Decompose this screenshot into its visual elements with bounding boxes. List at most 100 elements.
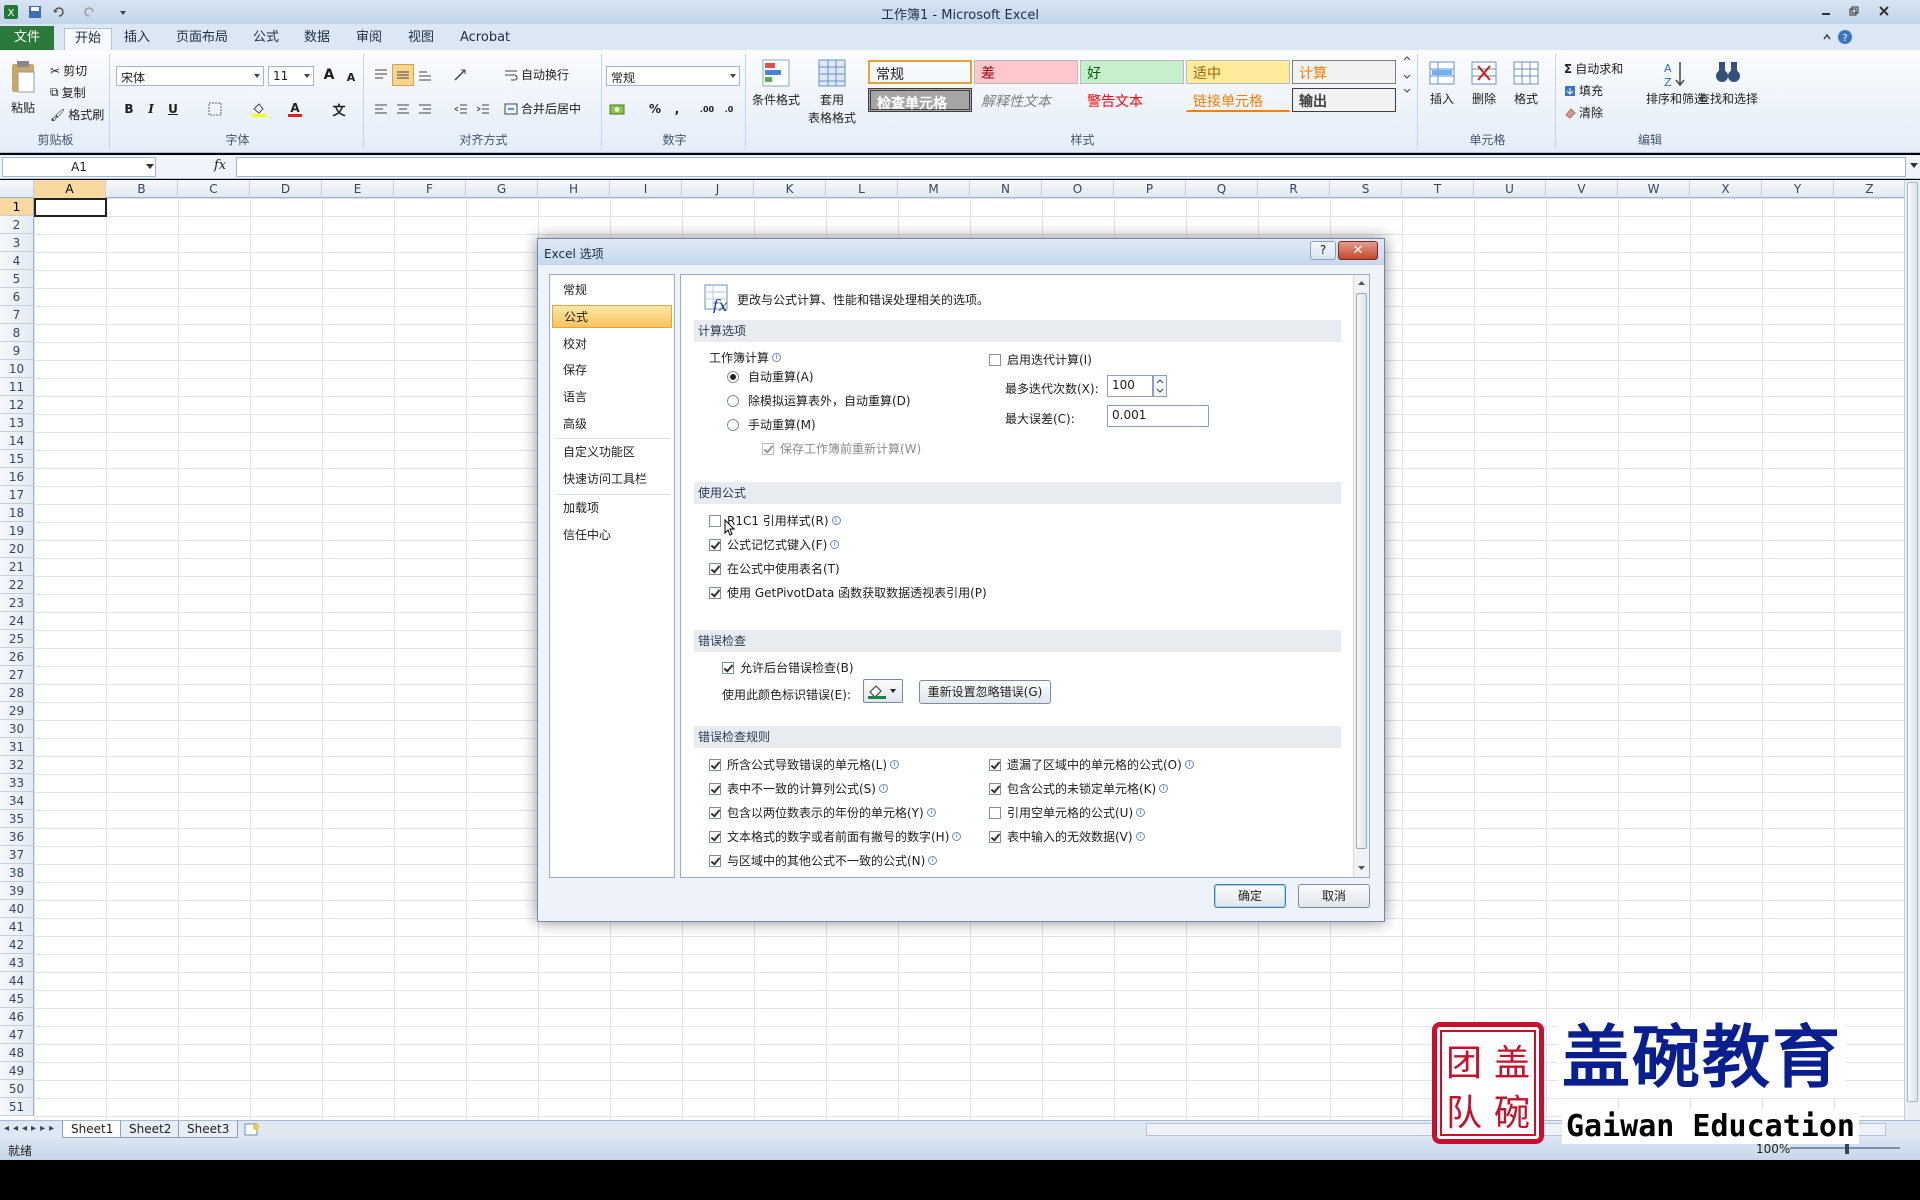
checkbox-getpivotdata[interactable]: 使用 GetPivotData 函数获取数据透视表引用(P) (709, 584, 987, 601)
insert-sheet-icon[interactable] (244, 1123, 260, 1136)
align-bottom-icon[interactable] (414, 64, 436, 86)
scroll-up-icon[interactable] (1357, 280, 1366, 286)
insert-function-icon[interactable]: fx (214, 158, 226, 173)
dialog-help-button[interactable]: ? (1310, 241, 1336, 260)
column-header[interactable]: K (754, 180, 826, 198)
vertical-scrollbar[interactable] (1904, 180, 1920, 1120)
fill-button[interactable]: 填充 (1564, 82, 1603, 99)
row-header[interactable]: 47 (0, 1026, 34, 1044)
minimize-icon[interactable] (1814, 2, 1838, 20)
row-header[interactable]: 51 (0, 1098, 34, 1116)
tab-formulas[interactable]: 公式 (243, 28, 289, 50)
tab-review[interactable]: 审阅 (346, 28, 392, 50)
row-header[interactable]: 19 (0, 522, 34, 540)
max-iterations-spinner[interactable] (1153, 375, 1167, 397)
row-header[interactable]: 10 (0, 360, 34, 378)
column-header[interactable]: F (394, 180, 466, 198)
checkbox-table-names[interactable]: 在公式中使用表名(T) (709, 560, 840, 577)
delete-cells-button[interactable]: 删除 (1470, 58, 1498, 107)
row-header[interactable]: 33 (0, 774, 34, 792)
conditional-format-button[interactable]: 条件格式 (752, 58, 800, 108)
options-scrollbar-thumb[interactable] (1356, 293, 1367, 849)
font-color-icon[interactable]: A (284, 98, 306, 120)
row-header[interactable]: 9 (0, 342, 34, 360)
font-size-combo[interactable]: 11 (268, 66, 314, 86)
currency-icon[interactable] (606, 98, 628, 120)
row-header[interactable]: 38 (0, 864, 34, 882)
row-header[interactable]: 32 (0, 756, 34, 774)
row-header[interactable]: 8 (0, 324, 34, 342)
checkbox-error-rule[interactable]: 引用空单元格的公式(U) i (989, 804, 1146, 821)
column-header[interactable]: R (1258, 180, 1330, 198)
reset-ignored-errors-button[interactable]: 重新设置忽略错误(G) (919, 680, 1051, 704)
align-right-icon[interactable] (414, 98, 436, 120)
row-header[interactable]: 20 (0, 540, 34, 558)
select-all-corner[interactable] (0, 180, 34, 198)
nav-trust-center[interactable]: 信任中心 (552, 524, 672, 547)
nav-save[interactable]: 保存 (552, 359, 672, 382)
sheet-tab-1[interactable]: Sheet1 (62, 1121, 123, 1138)
row-header[interactable]: 44 (0, 972, 34, 990)
column-header[interactable]: Z (1834, 180, 1906, 198)
align-top-icon[interactable] (370, 64, 392, 86)
row-header[interactable]: 29 (0, 702, 34, 720)
nav-proofing[interactable]: 校对 (552, 333, 672, 356)
row-header[interactable]: 17 (0, 486, 34, 504)
number-format-combo[interactable]: 常规 (606, 66, 740, 86)
chevron-down-icon[interactable] (146, 164, 154, 169)
paste-button[interactable]: 粘贴 (8, 60, 38, 116)
column-header[interactable]: I (610, 180, 682, 198)
ok-button[interactable]: 确定 (1214, 884, 1286, 908)
row-header[interactable]: 42 (0, 936, 34, 954)
ribbon-minimize-icon[interactable] (1818, 28, 1836, 46)
checkbox-error-rule[interactable]: 表中不一致的计算列公式(S) i (709, 780, 888, 797)
row-header[interactable]: 26 (0, 648, 34, 666)
column-header[interactable]: H (538, 180, 610, 198)
border-icon[interactable] (204, 98, 226, 120)
row-header[interactable]: 24 (0, 612, 34, 630)
column-header[interactable]: U (1474, 180, 1546, 198)
tab-insert[interactable]: 插入 (114, 28, 160, 50)
align-center-icon[interactable] (392, 98, 414, 120)
row-header[interactable]: 46 (0, 1008, 34, 1026)
tab-data[interactable]: 数据 (294, 28, 340, 50)
close-icon[interactable] (1872, 2, 1896, 20)
checkbox-formula-autocomplete[interactable]: 公式记忆式键入(F) i (709, 536, 840, 553)
row-header[interactable]: 43 (0, 954, 34, 972)
style-linked-cell[interactable]: 链接单元格 (1186, 88, 1290, 112)
checkbox-recalc-before-save[interactable]: 保存工作簿前重新计算(W) (762, 440, 921, 457)
style-good[interactable]: 好 (1080, 60, 1184, 84)
row-header[interactable]: 21 (0, 558, 34, 576)
find-select-button[interactable]: 查找和选择 (1698, 58, 1758, 107)
tab-view[interactable]: 视图 (398, 28, 444, 50)
align-middle-icon[interactable] (392, 64, 414, 86)
scrollbar-thumb[interactable] (1907, 182, 1918, 1102)
row-header[interactable]: 11 (0, 378, 34, 396)
column-header[interactable]: T (1402, 180, 1474, 198)
style-warning[interactable]: 警告文本 (1080, 88, 1184, 112)
column-header[interactable]: D (250, 180, 322, 198)
row-header[interactable]: 25 (0, 630, 34, 648)
name-box[interactable]: A1 (2, 157, 156, 177)
phonetic-button[interactable]: 文 (328, 98, 350, 120)
checkbox-iterative-calc[interactable]: 启用迭代计算(I) (989, 351, 1092, 368)
tab-home[interactable]: 开始 (64, 28, 113, 50)
row-header[interactable]: 4 (0, 252, 34, 270)
format-as-table-button[interactable]: 套用 表格格式 (808, 58, 856, 126)
align-left-icon[interactable] (370, 98, 392, 120)
row-header[interactable]: 27 (0, 666, 34, 684)
checkbox-background-error-checking[interactable]: 允许后台错误检查(B) (722, 659, 854, 676)
cancel-button[interactable]: 取消 (1298, 884, 1370, 908)
options-scrollbar[interactable] (1353, 275, 1369, 877)
grow-font-button[interactable]: A (318, 64, 340, 86)
row-header[interactable]: 30 (0, 720, 34, 738)
nav-add-ins[interactable]: 加载项 (552, 497, 672, 520)
styles-scroll-icon[interactable] (1400, 56, 1414, 93)
help-icon[interactable]: ? (1836, 28, 1854, 46)
style-check-cell[interactable]: 检查单元格 (868, 88, 972, 112)
row-header[interactable]: 18 (0, 504, 34, 522)
row-header[interactable]: 28 (0, 684, 34, 702)
active-cell[interactable] (34, 198, 107, 217)
sheet-tab-2[interactable]: Sheet2 (120, 1121, 181, 1138)
underline-button[interactable]: U (162, 98, 184, 120)
